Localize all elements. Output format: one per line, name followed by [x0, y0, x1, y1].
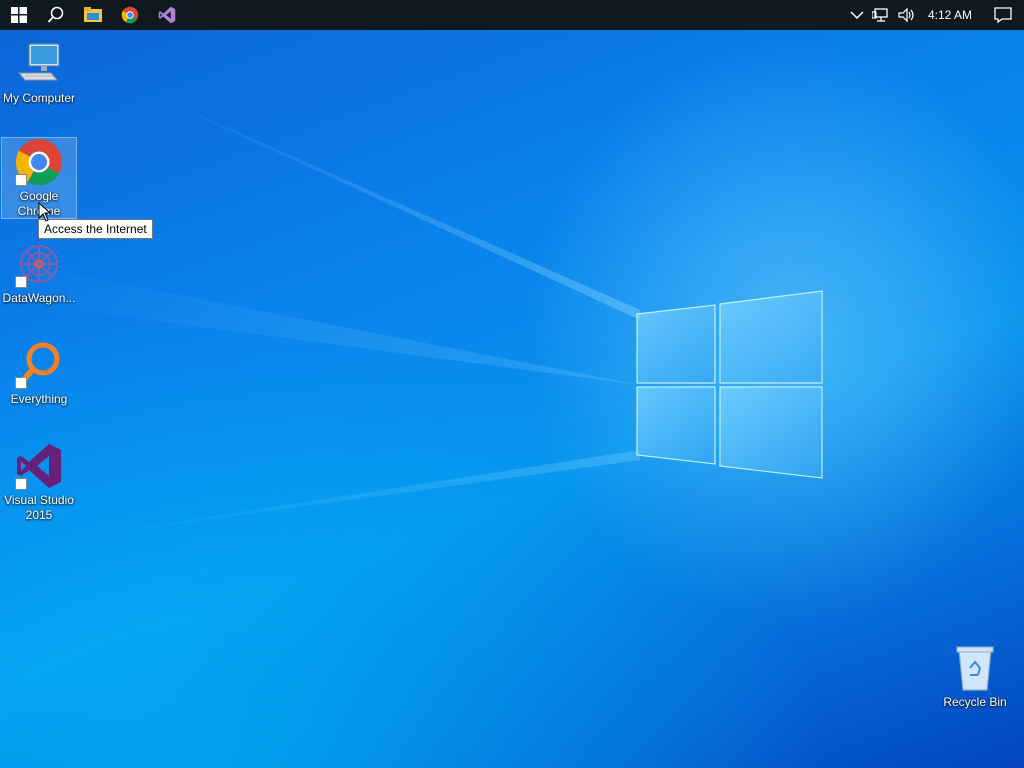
- volume-icon: [898, 7, 914, 23]
- system-tray: 4:12 AM: [846, 0, 1024, 30]
- chrome-taskbar-button[interactable]: [111, 0, 148, 30]
- search-button[interactable]: [37, 0, 74, 30]
- chrome-icon: [15, 138, 63, 186]
- action-center-button[interactable]: [982, 0, 1024, 30]
- shortcut-arrow-icon: [15, 377, 27, 389]
- taskbar: 4:12 AM: [0, 0, 1024, 30]
- computer-icon: [15, 40, 63, 88]
- desktop-icon-label: Everything: [10, 392, 68, 406]
- chrome-icon: [121, 6, 138, 24]
- everything-search-icon: [15, 341, 63, 389]
- start-button[interactable]: [0, 0, 37, 30]
- file-explorer-icon: [83, 7, 102, 22]
- desktop-icon-everything[interactable]: Everything: [1, 341, 77, 407]
- network-icon: [871, 8, 888, 22]
- visual-studio-icon: [158, 6, 175, 24]
- tooltip: Access the Internet: [38, 219, 153, 239]
- recycle-bin-icon: [951, 644, 999, 692]
- desktop-screen: 4:12 AM My Computer Google DataWagon... …: [0, 0, 1024, 768]
- desktop-icon-my-computer[interactable]: My Computer: [1, 40, 77, 106]
- search-icon: [47, 6, 63, 23]
- desktop-icon-recycle-bin[interactable]: Recycle Bin: [937, 644, 1013, 710]
- shortcut-arrow-icon: [15, 276, 27, 288]
- desktop-icon-datawagon[interactable]: DataWagon...: [1, 240, 77, 306]
- network-button[interactable]: [868, 0, 894, 30]
- start-icon: [10, 7, 27, 23]
- desktop-icon-label: Recycle Bin: [943, 695, 1007, 709]
- desktop-icon-visual-studio-2015[interactable]: Visual Studio 2015: [1, 442, 77, 523]
- volume-button[interactable]: [894, 0, 920, 30]
- desktop-icon-label: DataWagon...: [2, 291, 76, 305]
- shortcut-arrow-icon: [15, 174, 27, 186]
- chevron-up-icon: [850, 11, 864, 20]
- desktop-icon-label: Visual Studio 2015: [4, 493, 74, 522]
- visual-studio-icon: [15, 442, 63, 490]
- shortcut-arrow-icon: [15, 478, 27, 490]
- taskbar-clock[interactable]: 4:12 AM: [920, 8, 982, 22]
- desktop-icon-label: My Computer: [2, 91, 76, 105]
- mouse-cursor-icon: [38, 202, 52, 222]
- notification-icon: [994, 7, 1012, 23]
- show-hidden-icons-button[interactable]: [846, 0, 868, 30]
- datawagon-icon: [15, 240, 63, 288]
- visual-studio-taskbar-button[interactable]: [148, 0, 185, 30]
- windows-10-wallpaper: [0, 0, 1024, 768]
- windows-logo-wallpaper-art: [0, 80, 823, 540]
- file-explorer-button[interactable]: [74, 0, 111, 30]
